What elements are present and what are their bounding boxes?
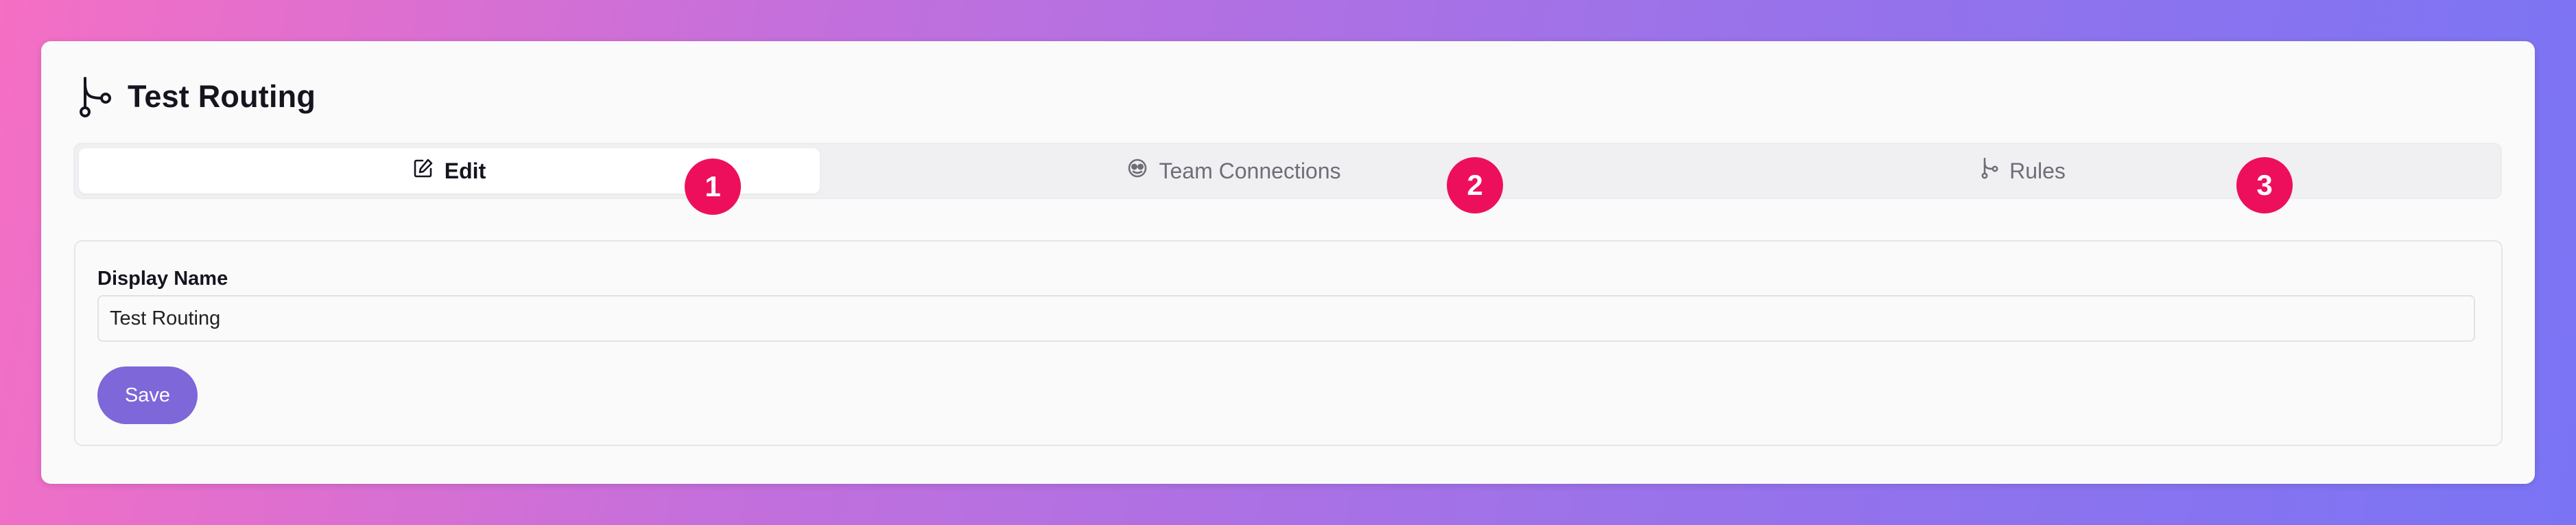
step-badge-3: 3 — [2236, 157, 2293, 213]
display-name-label: Display Name — [97, 268, 228, 290]
page-title: Test Routing — [128, 79, 316, 114]
save-button[interactable]: Save — [97, 366, 198, 424]
tab-bar: Edit Team Connections Rules — [73, 143, 2502, 199]
display-name-input[interactable] — [97, 295, 2475, 342]
tab-edit-label: Edit — [444, 158, 486, 183]
tab-rules-label: Rules — [2009, 158, 2066, 183]
tab-team-connections-label: Team Connections — [1159, 158, 1341, 183]
step-badge-1: 1 — [685, 159, 741, 215]
edit-icon — [413, 158, 445, 184]
branch-icon — [75, 75, 113, 118]
routing-card: Test Routing Edit Team Connections Rules… — [41, 41, 2535, 484]
branch-icon — [1981, 157, 2009, 185]
page-header: Test Routing — [75, 74, 316, 119]
team-connections-icon — [1127, 158, 1159, 184]
step-badge-2: 2 — [1447, 157, 1503, 213]
edit-form: Display Name Save — [74, 240, 2503, 446]
